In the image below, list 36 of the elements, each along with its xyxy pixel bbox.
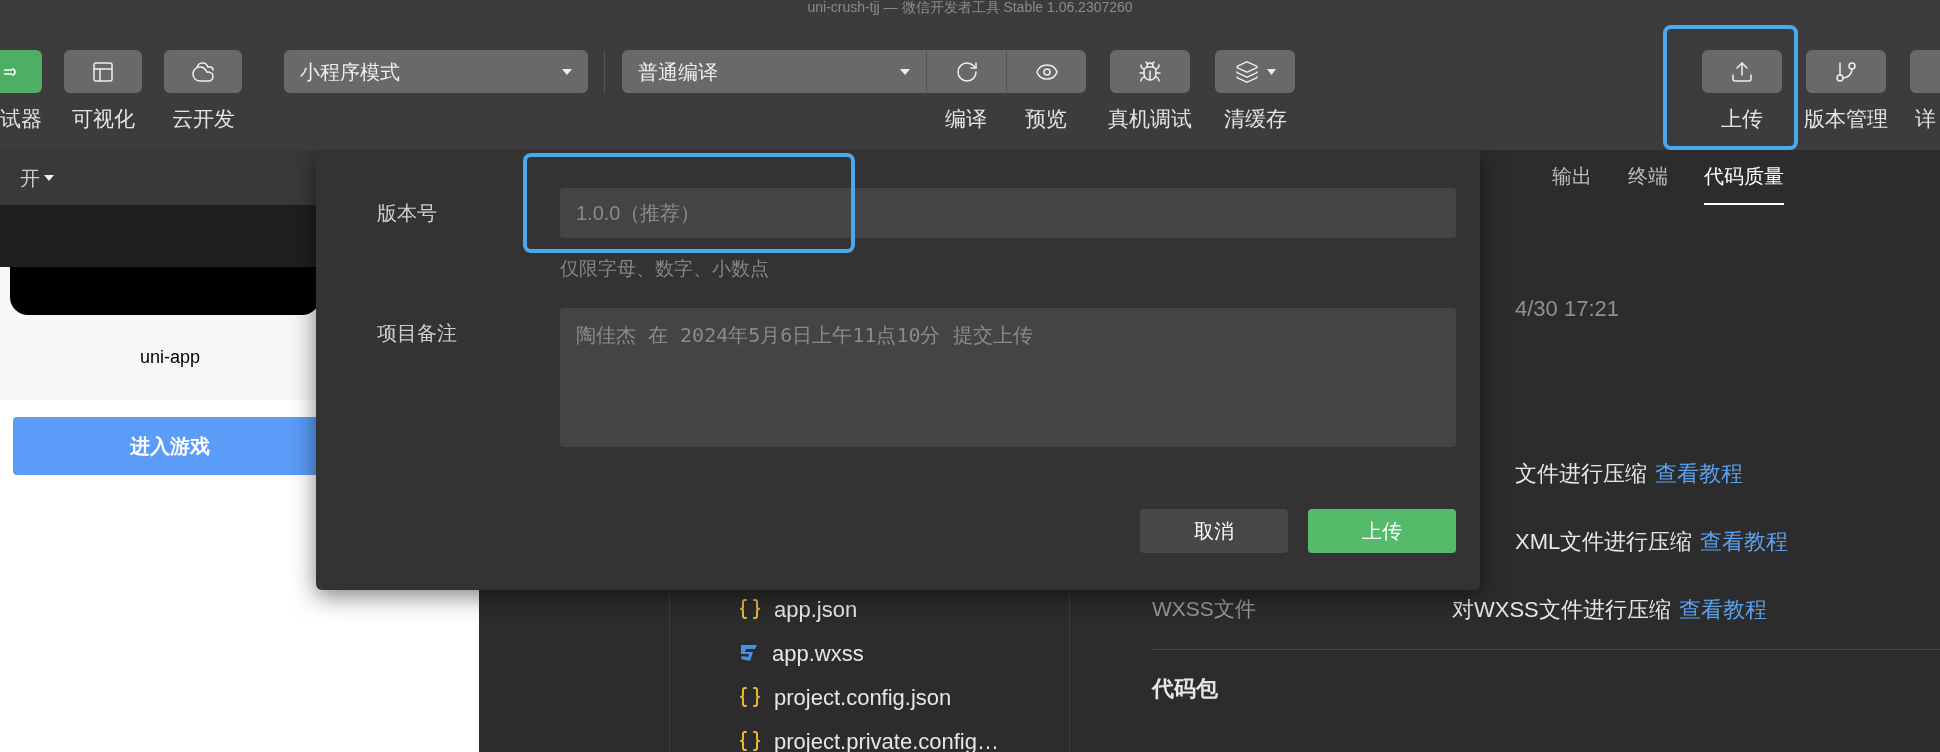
timestamp: 4/30 17:21 (1515, 294, 1619, 323)
toolbar-label: 真机调试 (1108, 106, 1192, 132)
row-value: 文件进行压缩 (1514, 459, 1647, 488)
note-input[interactable]: 陶佳杰 在 2024年5月6日上午11点10分 提交上传 (560, 307, 1456, 447)
file-item[interactable]: app.json (738, 587, 1069, 631)
toolbar-label: 详 (1914, 106, 1936, 132)
toolbar-label: 可视化 (71, 106, 135, 132)
row-value: 对WXSS文件进行压缩 (1452, 595, 1671, 624)
toolbar-text: 开 (20, 165, 40, 191)
tutorial-link[interactable]: 查看教程 (1700, 524, 1789, 558)
tutorial-link[interactable]: 查看教程 (1678, 592, 1767, 626)
field-label: 项目备注 (376, 320, 458, 346)
toolbar-label: 清缓存 (1223, 106, 1287, 132)
panel-tab[interactable]: 终端 (1628, 161, 1668, 205)
app-title: uni-app (139, 346, 200, 369)
row-label: WXSS文件 (1152, 596, 1257, 623)
toolbar-label: 预览 (1025, 106, 1067, 132)
field-label: 版本号 (376, 201, 438, 226)
file-item[interactable]: app.wxss (738, 631, 1069, 675)
section-title: 代码包 (1152, 676, 1218, 701)
panel-tab[interactable]: 代码质量 (1704, 161, 1784, 205)
cancel-button[interactable]: 取消 (1140, 508, 1288, 553)
toolbar-label: 版本管理 (1804, 106, 1888, 132)
toolbar-label: 上传 (1721, 106, 1763, 132)
window-title: uni-crush-tjj — 微信开发者工具 Stable 1.06.2307260 (807, 0, 1133, 14)
panel-tab[interactable]: 输出 (1552, 161, 1592, 205)
toolbar-label: 编译 (945, 106, 987, 132)
compile-select[interactable]: 普通编译 (622, 50, 926, 93)
toolbar-label: 试器 (0, 106, 42, 132)
toolbar-label: 云开发 (171, 106, 235, 132)
mode-select[interactable]: 小程序模式 (284, 50, 588, 93)
row-value: XML文件进行压缩 (1514, 527, 1693, 556)
tutorial-link[interactable]: 查看教程 (1655, 456, 1743, 490)
field-hint: 仅限字母、数字、小数点 (560, 257, 769, 281)
file-item[interactable]: project.config.json (738, 675, 1069, 719)
version-input[interactable]: 1.0.0（推荐） (560, 188, 1456, 238)
